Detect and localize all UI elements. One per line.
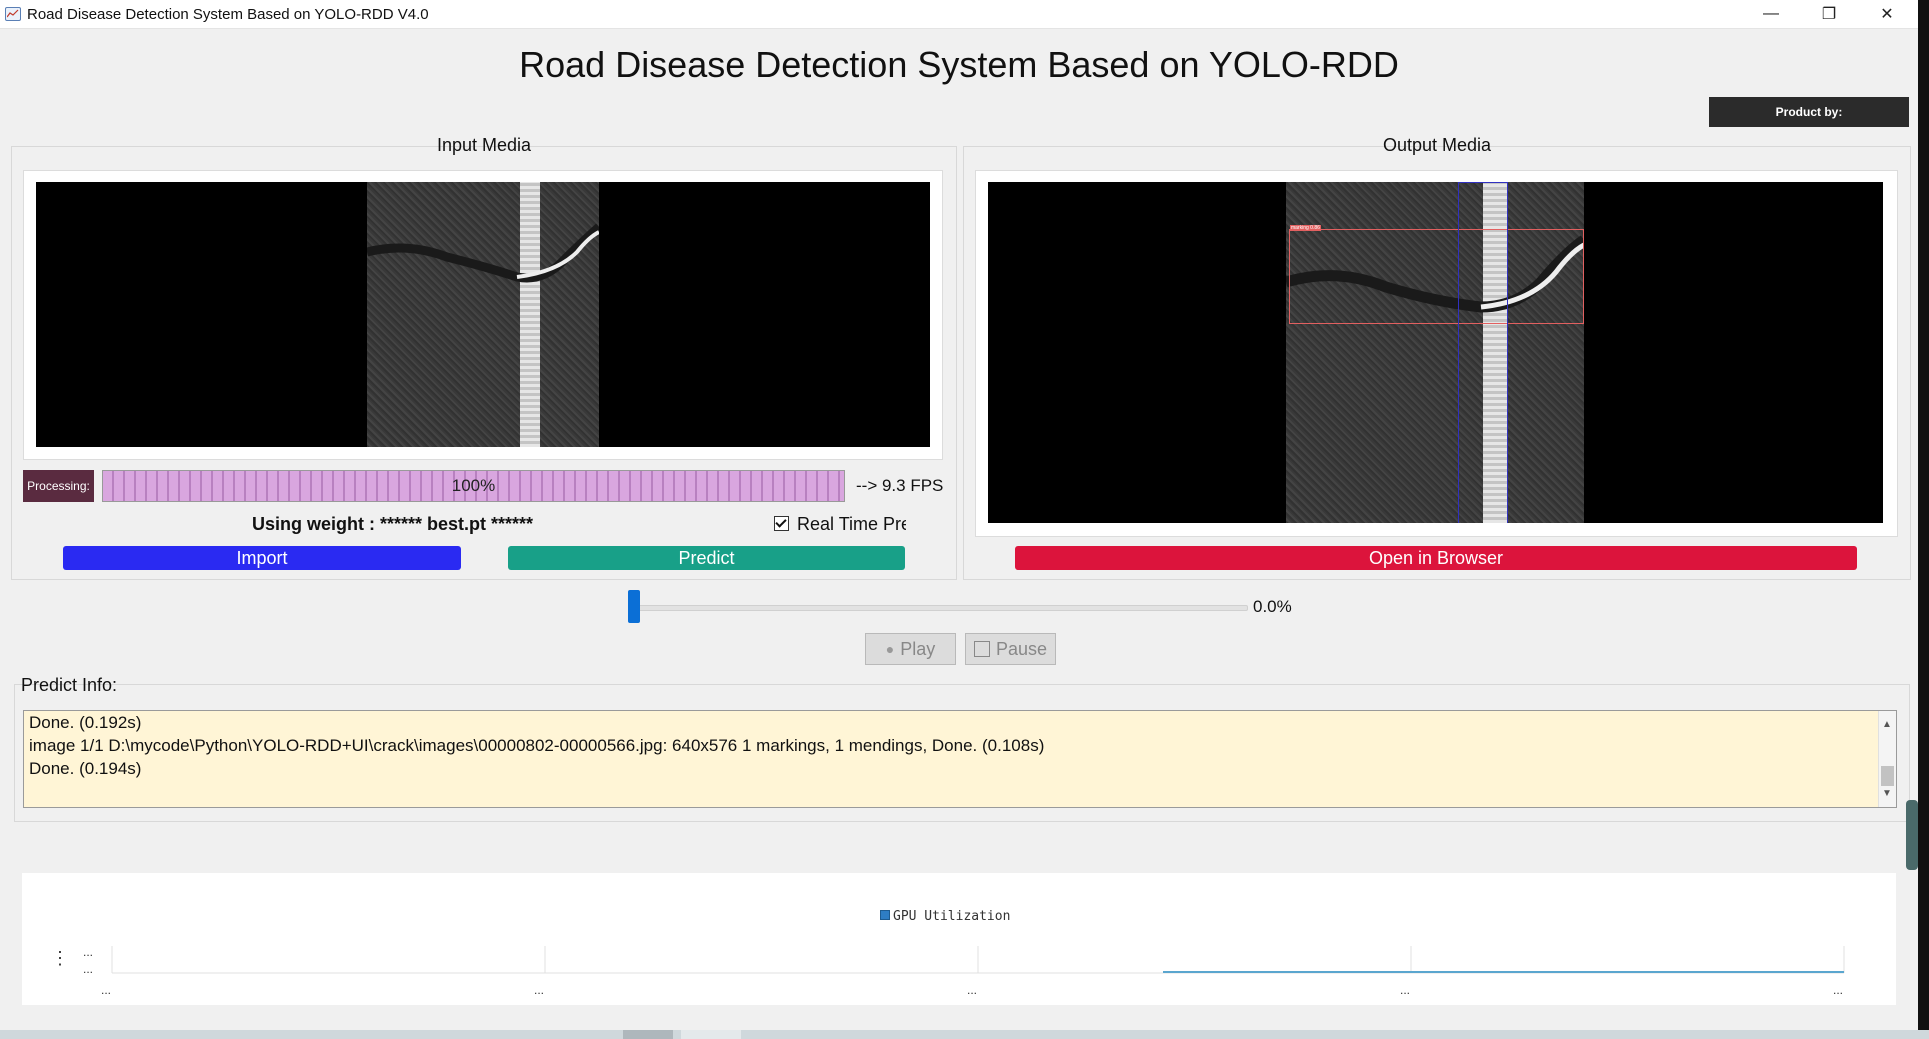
app-icon	[5, 7, 21, 21]
play-icon: ●	[885, 641, 895, 657]
legend-label: GPU Utilization	[893, 909, 1011, 924]
slider-value: 0.0%	[1253, 597, 1292, 616]
x-tick-label: ...	[1400, 983, 1411, 997]
app-window: Road Disease Detection System Based on Y…	[0, 0, 1918, 1030]
y-axis-menu-icon: ⋮	[51, 948, 69, 968]
weight-label: Using weight : ****** best.pt ******	[252, 514, 534, 534]
maximize-button[interactable]: ❐	[1800, 0, 1858, 28]
gpu-chart	[22, 873, 1896, 1005]
log-scrollbar[interactable]: ▲ ▼	[1878, 711, 1896, 807]
processing-label: Processing:	[23, 470, 94, 502]
legend-swatch	[880, 910, 890, 920]
video-slider-handle[interactable]	[628, 590, 640, 623]
taskbar-item[interactable]	[623, 1030, 673, 1039]
close-button[interactable]: ✕	[1858, 0, 1916, 28]
detection-box-mending	[1289, 229, 1584, 324]
realtime-predict-label: Real Time Pre	[797, 514, 906, 534]
y-tick-label: ...	[83, 945, 94, 959]
detection-label: marking 0.86	[1290, 225, 1321, 231]
side-scroll-grip[interactable]	[1906, 800, 1918, 870]
taskbar	[0, 1030, 1929, 1039]
pause-button[interactable]: Pause	[965, 633, 1056, 665]
x-tick-label: ...	[534, 983, 545, 997]
log-line: Done. (0.192s)	[29, 713, 142, 732]
input-media-title: Input Media	[436, 135, 532, 155]
realtime-predict-checkbox[interactable]: Real Time Pre	[774, 514, 906, 535]
detection-box-marking	[1458, 182, 1508, 523]
predict-log[interactable]: Done. (0.192s) image 1/1 D:\mycode\Pytho…	[23, 710, 1897, 808]
input-image	[36, 182, 930, 447]
title-bar: Road Disease Detection System Based on Y…	[0, 0, 1918, 29]
minimize-button[interactable]: —	[1742, 0, 1800, 28]
x-tick-label: ...	[967, 983, 978, 997]
pause-label: Pause	[995, 638, 1048, 659]
taskbar-item[interactable]	[681, 1030, 741, 1039]
scroll-up-icon[interactable]: ▲	[1882, 713, 1892, 736]
crack-drawing	[367, 223, 599, 283]
y-tick-label: ...	[83, 962, 94, 976]
predict-button[interactable]: Predict	[508, 546, 905, 570]
progress-text: 100%	[451, 476, 496, 495]
x-tick-label: ...	[101, 983, 112, 997]
window-title: Road Disease Detection System Based on Y…	[27, 6, 429, 23]
play-button[interactable]: ● Play	[865, 633, 956, 665]
predict-info-label: Predict Info:	[21, 675, 118, 695]
video-slider-track[interactable]	[634, 605, 1248, 611]
gpu-legend: GPU Utilization	[880, 909, 1010, 924]
output-media-title: Output Media	[1382, 135, 1492, 155]
x-tick-label: ...	[1833, 983, 1844, 997]
play-label: Play	[900, 638, 936, 659]
product-by-label: Product by:	[1709, 97, 1909, 127]
open-in-browser-button[interactable]: Open in Browser	[1015, 546, 1857, 570]
gpu-chart-plot	[111, 946, 1845, 974]
progress-bar: 100%	[102, 470, 845, 502]
log-line: Done. (0.194s)	[29, 759, 142, 778]
import-button[interactable]: Import	[63, 546, 461, 570]
desktop-edge	[1918, 0, 1929, 1039]
page-title: Road Disease Detection System Based on Y…	[519, 44, 1399, 85]
fps-readout: --> 9.3 FPS	[856, 476, 944, 495]
pause-icon	[973, 641, 990, 657]
checkbox-checked-icon[interactable]	[774, 516, 789, 531]
log-line: image 1/1 D:\mycode\Python\YOLO-RDD+UI\c…	[29, 736, 1045, 755]
output-image: marking 0.86	[988, 182, 1883, 523]
scroll-down-icon[interactable]: ▼	[1882, 782, 1892, 805]
